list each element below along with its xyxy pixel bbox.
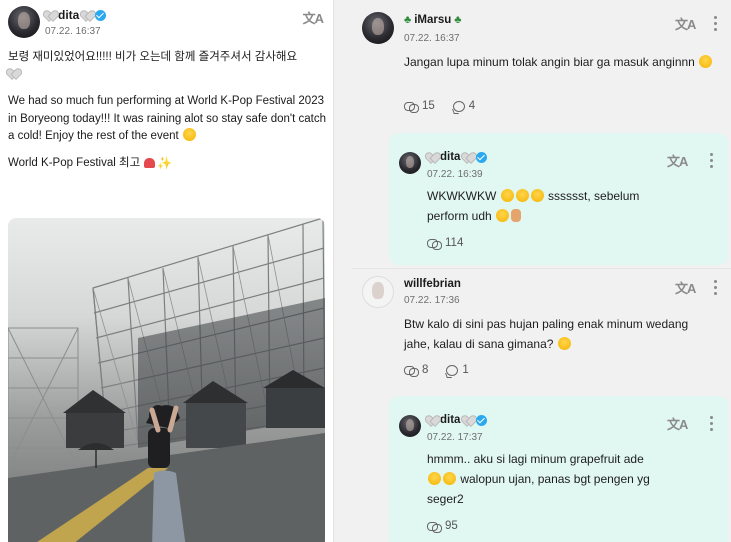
ok-hand-icon	[511, 209, 522, 222]
repost-stat[interactable]: 114	[427, 237, 463, 250]
comment-text: Btw kalo di sini pas hujan paling enak m…	[404, 317, 689, 351]
commenter-row[interactable]: willfebrian	[404, 278, 461, 290]
repost-icon	[427, 520, 442, 533]
reply-text: hmmm.. aku si lagi minum grapefruit ade …	[427, 452, 650, 506]
laughing-emoji-icon	[443, 472, 456, 485]
reply-stat[interactable]: 4	[452, 100, 475, 112]
avatar[interactable]	[399, 415, 421, 437]
english-line: We had so much fun performing at World K…	[8, 95, 326, 142]
reply-date: 07.22. 16:39	[427, 169, 483, 180]
clover-icon: ♣	[404, 14, 412, 26]
reply-stats: 95	[427, 520, 458, 533]
main-post: dita 07.22. 16:37 文A 보령 재미있었어요!!!!! 비가 오…	[0, 0, 334, 542]
replier-row[interactable]: dita	[427, 151, 488, 163]
stage-scaffolding-illustration	[8, 218, 325, 542]
white-heart-line	[8, 67, 328, 85]
verified-icon	[476, 414, 488, 426]
heart-on-fire-icon	[144, 158, 156, 169]
more-options-icon[interactable]	[710, 153, 713, 171]
laughing-emoji-icon	[530, 189, 544, 202]
comment-stats: 8 1	[404, 364, 469, 377]
commenter-row[interactable]: ♣ iMarsu ♣	[404, 14, 462, 26]
comment-date: 07.22. 17:36	[404, 295, 460, 306]
repost-stat[interactable]: 8	[404, 364, 428, 377]
comment-item[interactable]: willfebrian 07.22. 17:36 文A Btw kalo di …	[352, 268, 731, 393]
replier-row[interactable]: dita	[427, 414, 488, 426]
more-options-icon[interactable]	[714, 16, 717, 34]
heart-icon	[427, 153, 437, 162]
author-name: dita	[58, 8, 80, 22]
reply-item[interactable]: dita 07.22. 16:39 文A WKWKWKW sssssst, se…	[389, 133, 728, 265]
translate-icon[interactable]: 文A	[675, 278, 696, 297]
post-photo[interactable]	[8, 218, 325, 542]
more-options-icon[interactable]	[714, 280, 717, 298]
translate-icon[interactable]: 文A	[667, 414, 688, 433]
heart-icon	[82, 11, 92, 20]
heart-icon	[8, 69, 18, 78]
sparkles-icon: ✨	[157, 155, 173, 170]
post-header: dita 07.22. 16:37 文A	[8, 6, 325, 40]
reply-stat[interactable]: 1	[446, 364, 469, 376]
festival-line: World K-Pop Festival 최고 ✨	[8, 155, 328, 173]
repost-icon	[427, 237, 442, 250]
heart-icon	[463, 153, 473, 162]
more-options-icon[interactable]	[710, 416, 713, 434]
comment-text: Jangan lupa minum tolak angin biar ga ma…	[404, 52, 714, 72]
heart-icon	[45, 11, 55, 20]
laughing-emoji-icon	[500, 189, 514, 202]
repost-icon	[404, 364, 419, 377]
repost-icon	[404, 100, 419, 113]
reply-stats: 114	[427, 237, 463, 250]
laughing-emoji-icon	[496, 209, 510, 222]
translate-icon[interactable]: 文A	[303, 8, 324, 27]
repost-stat[interactable]: 15	[404, 100, 435, 113]
smiling-hearts-emoji-icon	[182, 128, 196, 141]
avatar[interactable]	[399, 152, 421, 174]
comment-stats: 15 4	[404, 100, 475, 113]
korean-line: 보령 재미있었어요!!!!! 비가 오는데 함께 즐겨주셔서 감사해요	[8, 51, 298, 63]
laughing-emoji-icon	[515, 189, 529, 202]
post-body: 보령 재미있었어요!!!!! 비가 오는데 함께 즐겨주셔서 감사해요 We h…	[8, 49, 328, 172]
verified-icon	[95, 9, 107, 21]
author-row[interactable]: dita	[45, 8, 107, 22]
avatar[interactable]	[362, 12, 394, 44]
translate-icon[interactable]: 文A	[675, 14, 696, 33]
translate-icon[interactable]: 文A	[667, 151, 688, 170]
replier-name: dita	[440, 151, 461, 163]
clover-icon: ♣	[454, 14, 462, 26]
replier-name: dita	[440, 414, 461, 426]
laughing-emoji-icon	[428, 472, 441, 485]
reply-icon	[452, 100, 465, 112]
reply-text: WKWKWKW sssssst, sebelum perform udh	[427, 189, 640, 223]
commenter-name: iMarsu	[414, 14, 452, 26]
heart-icon	[427, 416, 437, 425]
repost-stat[interactable]: 95	[427, 520, 458, 533]
reply-item[interactable]: dita 07.22. 17:37 文A hmmm.. aku si lagi …	[389, 396, 728, 542]
smiling-emoji-icon	[557, 337, 571, 350]
avatar[interactable]	[362, 276, 394, 308]
heart-icon	[463, 416, 473, 425]
reply-date: 07.22. 17:37	[427, 432, 483, 443]
commenter-name: willfebrian	[404, 278, 461, 290]
comment-date: 07.22. 16:37	[404, 33, 460, 44]
avatar[interactable]	[8, 6, 40, 38]
comment-item[interactable]: ♣ iMarsu ♣ 07.22. 16:37 文A Jangan lupa m…	[352, 0, 731, 125]
verified-icon	[476, 151, 488, 163]
reply-icon	[446, 364, 459, 376]
post-date: 07.22. 16:37	[45, 26, 101, 37]
comments-panel: ♣ iMarsu ♣ 07.22. 16:37 文A Jangan lupa m…	[352, 0, 731, 542]
grinning-sweat-emoji-icon	[699, 55, 713, 68]
